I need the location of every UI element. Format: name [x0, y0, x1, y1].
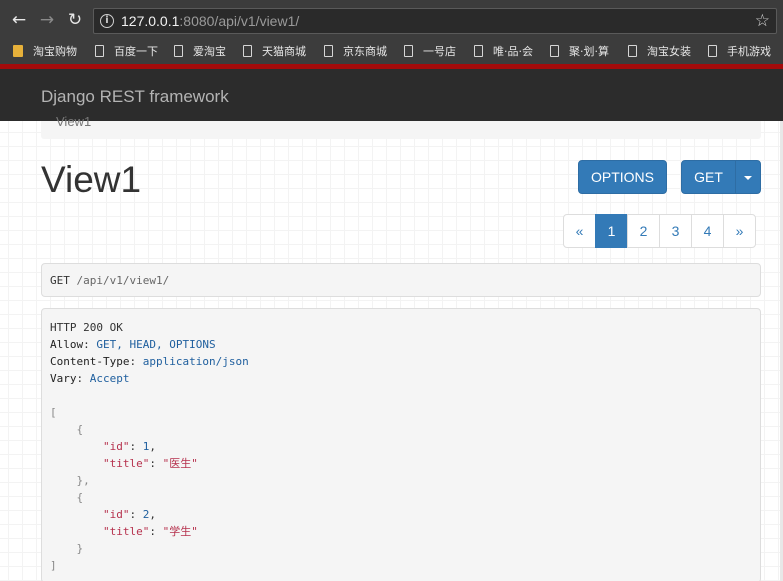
bookmark-item[interactable]: 唯·品·会 [474, 43, 533, 61]
bookmark-item[interactable]: 一号店 [404, 43, 456, 61]
response-header-vary: Vary: Accept [50, 372, 130, 385]
header-value: GET, HEAD, OPTIONS [96, 338, 216, 351]
navbar: Django REST framework [0, 69, 783, 121]
bookmark-label: 淘宝购物 [33, 45, 77, 58]
page-icon [95, 45, 104, 57]
breadcrumb-item[interactable]: View1 [56, 114, 91, 129]
bookmark-label: 百度一下 [114, 45, 158, 58]
page-title: View1 [41, 159, 142, 200]
pagination-page-2[interactable]: 2 [627, 214, 660, 248]
url-path: :8080/api/v1/view1/ [179, 13, 300, 29]
json-field-title: "title": "学生" [102, 525, 198, 538]
pagination-next[interactable]: » [723, 214, 756, 248]
bookmark-item[interactable]: 淘宝女装 [628, 43, 691, 61]
back-arrow-icon[interactable]: ← [8, 9, 30, 31]
page-icon [474, 45, 483, 57]
page-icon [628, 45, 637, 57]
url-host: 127.0.0.1 [121, 13, 180, 29]
page-icon [550, 45, 559, 57]
page-content: View1 View1 OPTIONS GET « 1 2 3 4 » GET … [0, 114, 783, 581]
breadcrumb: View1 [41, 114, 761, 139]
bookmark-item[interactable]: 手机游戏 [708, 43, 771, 61]
bookmark-label: 手机游戏 [727, 45, 771, 58]
star-icon[interactable]: ☆ [755, 11, 770, 31]
bookmark-label: 聚·划·算 [569, 45, 609, 58]
json-object-open: { [50, 423, 84, 436]
bookmark-item[interactable]: 淘宝购物 [13, 43, 77, 61]
json-title-value: 医生 [169, 457, 192, 470]
page-icon [243, 45, 252, 57]
json-array-open: [ [50, 406, 57, 419]
request-info: GET /api/v1/view1/ [41, 263, 761, 297]
bookmark-label: 唯·品·会 [493, 45, 533, 58]
response-header-content-type: Content-Type: application/json [50, 355, 249, 368]
options-button[interactable]: OPTIONS [578, 160, 667, 194]
json-object-open: { [50, 491, 84, 504]
pagination-page-4[interactable]: 4 [691, 214, 724, 248]
reload-icon[interactable]: ↻ [64, 9, 86, 31]
header-key: Content-Type [50, 355, 130, 368]
pagination-page-1[interactable]: 1 [595, 214, 628, 248]
request-method: GET [50, 274, 70, 287]
browser-chrome: ← → ↻ i 127.0.0.1:8080/api/v1/view1/ ☆ 淘… [0, 0, 783, 66]
response-header-allow: Allow: GET, HEAD, OPTIONS [50, 338, 216, 351]
json-field-title: "title": "医生" [102, 457, 198, 470]
json-title-value: 学生 [169, 525, 192, 538]
bookmarks-bar: 淘宝购物 百度一下 爱淘宝 天猫商城 京东商城 一号店 唯·品·会 聚·划·算 … [0, 40, 783, 64]
pagination-page-3[interactable]: 3 [659, 214, 692, 248]
bookmark-item[interactable]: 百度一下 [95, 43, 158, 61]
bookmark-label: 天猫商城 [262, 45, 306, 58]
json-id-value: 2 [142, 508, 150, 521]
header-key: Allow [50, 338, 84, 351]
json-array-close: ] [50, 559, 57, 572]
page-icon [324, 45, 333, 57]
header-value: Accept [89, 372, 130, 385]
get-button[interactable]: GET [681, 160, 736, 194]
page-icon [174, 45, 183, 57]
bookmark-label: 一号店 [423, 45, 456, 58]
bookmark-label: 爱淘宝 [193, 45, 226, 58]
page-icon [404, 45, 413, 57]
page-icon [708, 45, 717, 57]
address-bar[interactable]: i 127.0.0.1:8080/api/v1/view1/ ☆ [93, 8, 777, 34]
info-icon[interactable]: i [100, 14, 114, 28]
response-status: HTTP 200 OK [50, 321, 123, 334]
folder-icon [13, 45, 23, 57]
bookmark-item[interactable]: 天猫商城 [243, 43, 306, 61]
header-value: application/json [142, 355, 249, 368]
json-field-id: "id": 2, [102, 508, 156, 521]
json-id-value: 1 [142, 440, 150, 453]
pagination-prev[interactable]: « [563, 214, 596, 248]
pagination: « 1 2 3 4 » [563, 214, 756, 248]
navbar-brand[interactable]: Django REST framework [41, 87, 229, 107]
header-key: Vary [50, 372, 77, 385]
forward-arrow-icon[interactable]: → [36, 9, 58, 31]
bookmark-item[interactable]: 爱淘宝 [174, 43, 226, 61]
caret-down-icon [744, 176, 752, 181]
browser-toolbar: ← → ↻ i 127.0.0.1:8080/api/v1/view1/ ☆ [0, 0, 783, 40]
url-text[interactable]: 127.0.0.1:8080/api/v1/view1/ [121, 13, 299, 29]
response-info: HTTP 200 OK Allow: GET, HEAD, OPTIONS Co… [41, 308, 761, 581]
request-path: /api/v1/view1/ [76, 274, 170, 287]
bookmark-label: 淘宝女装 [647, 45, 691, 58]
json-object-close: } [50, 542, 84, 555]
json-field-id: "id": 1, [102, 440, 156, 453]
get-format-dropdown[interactable] [735, 160, 761, 194]
json-object-close: }, [50, 474, 90, 487]
bookmark-item[interactable]: 聚·划·算 [550, 43, 609, 61]
bookmark-label: 京东商城 [343, 45, 387, 58]
bookmark-item[interactable]: 京东商城 [324, 43, 387, 61]
